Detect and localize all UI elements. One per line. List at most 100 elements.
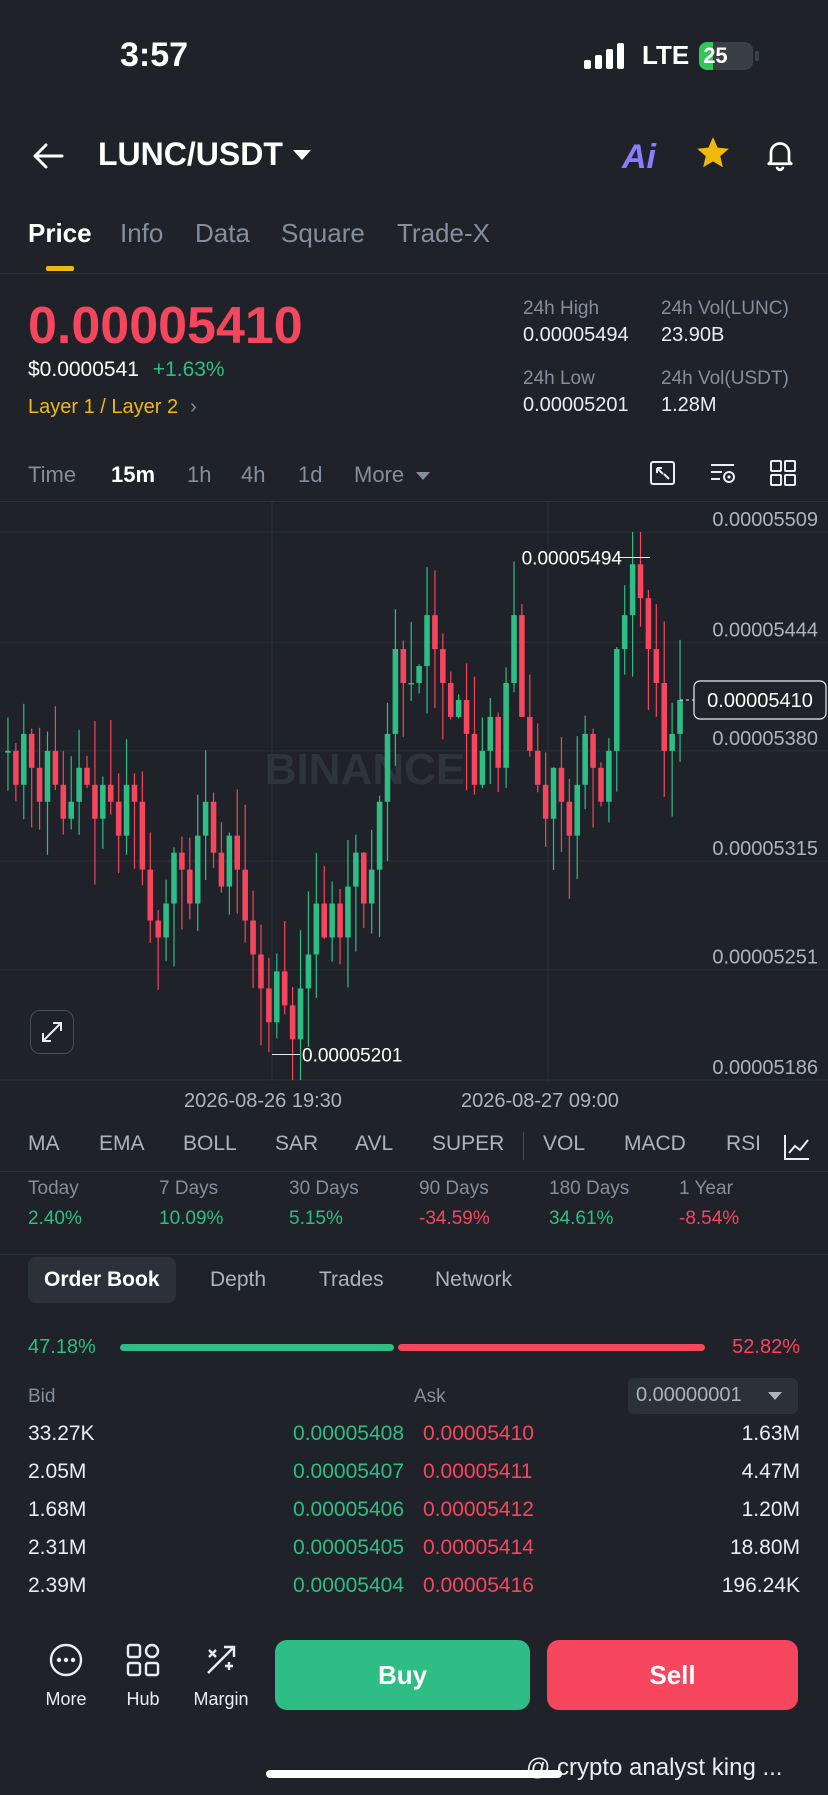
indicator-sar[interactable]: SAR bbox=[275, 1132, 318, 1156]
back-arrow-icon[interactable] bbox=[30, 138, 66, 174]
expand-arrows-icon bbox=[42, 1022, 62, 1042]
last-price: 0.00005410 bbox=[28, 297, 303, 355]
indicator-settings-icon[interactable] bbox=[782, 1132, 812, 1162]
orderbook-row[interactable]: 2.31M 0.00005405 0.00005414 18.80M bbox=[28, 1536, 800, 1574]
candle bbox=[590, 733, 596, 768]
chart-settings-icon[interactable] bbox=[708, 458, 738, 488]
tab-order-book[interactable]: Order Book bbox=[28, 1257, 176, 1303]
candlestick-chart[interactable]: BINANCE 0.000055090.000054440.000053800.… bbox=[0, 502, 828, 1082]
candle bbox=[179, 852, 185, 870]
indicator-ma[interactable]: MA bbox=[28, 1132, 60, 1156]
orderbook-tabs: Order Book Depth Trades Network bbox=[0, 1254, 828, 1304]
candle bbox=[487, 716, 494, 751]
buy-button[interactable]: Buy bbox=[275, 1640, 530, 1710]
candle bbox=[669, 733, 675, 751]
signal-icon bbox=[584, 42, 624, 69]
candle bbox=[5, 750, 11, 753]
ai-assistant-icon[interactable]: Ai bbox=[622, 138, 656, 177]
orderbook-row[interactable]: 2.39M 0.00005404 0.00005416 196.24K bbox=[28, 1574, 800, 1612]
indicator-boll[interactable]: BOLL bbox=[183, 1132, 237, 1156]
usd-price: $0.0000541 bbox=[28, 358, 139, 381]
candles bbox=[5, 532, 683, 1080]
candle bbox=[606, 750, 612, 802]
battery-icon: 25 bbox=[699, 41, 754, 70]
candle bbox=[653, 649, 660, 683]
ask-ratio-bar bbox=[398, 1344, 705, 1351]
candle bbox=[13, 750, 19, 785]
timeframe-more[interactable]: More bbox=[354, 462, 431, 488]
tab-trade-x[interactable]: Trade-X bbox=[397, 218, 490, 249]
candle bbox=[534, 750, 541, 785]
chart-expand-icon[interactable] bbox=[648, 458, 678, 488]
indicator-super[interactable]: SUPER bbox=[432, 1132, 504, 1156]
bid-qty: 33.27K bbox=[28, 1422, 95, 1445]
candle bbox=[131, 784, 138, 802]
timeframe-time[interactable]: Time bbox=[28, 462, 76, 488]
y-tick-label: 0.00005315 bbox=[712, 838, 818, 860]
bid-price: 0.00005405 bbox=[293, 1536, 404, 1559]
candle bbox=[495, 716, 501, 768]
candle bbox=[661, 682, 667, 751]
ask-qty: 18.80M bbox=[729, 1536, 800, 1559]
tab-depth[interactable]: Depth bbox=[194, 1257, 282, 1303]
tab-price[interactable]: Price bbox=[28, 218, 92, 249]
network-type: LTE bbox=[642, 40, 690, 70]
candle bbox=[115, 801, 122, 836]
sell-button[interactable]: Sell bbox=[547, 1640, 798, 1710]
candle bbox=[28, 733, 35, 768]
category-link[interactable]: Layer 1 / Layer 2 › bbox=[28, 396, 197, 419]
bid-price: 0.00005406 bbox=[293, 1498, 404, 1521]
candle bbox=[305, 954, 312, 989]
tab-trades[interactable]: Trades bbox=[303, 1257, 400, 1303]
pair-selector[interactable]: LUNC/USDT bbox=[98, 136, 311, 173]
candle bbox=[187, 869, 193, 904]
favorite-star-icon[interactable] bbox=[694, 134, 732, 172]
nav-margin[interactable]: Margin bbox=[186, 1642, 256, 1710]
nav-hub[interactable]: Hub bbox=[108, 1642, 178, 1710]
candle bbox=[550, 767, 557, 819]
candle bbox=[92, 784, 98, 819]
stat-24h-low: 24h Low 0.00005201 bbox=[523, 368, 629, 416]
timeframe-1h[interactable]: 1h bbox=[187, 462, 211, 488]
indicator-rsi[interactable]: RSI bbox=[726, 1132, 761, 1156]
bell-icon[interactable] bbox=[762, 136, 798, 172]
tab-info[interactable]: Info bbox=[120, 218, 163, 249]
indicator-divider bbox=[523, 1132, 524, 1160]
fullscreen-button[interactable] bbox=[30, 1010, 74, 1054]
timeframe-15m[interactable]: 15m bbox=[111, 462, 155, 488]
indicator-vol[interactable]: VOL bbox=[543, 1132, 585, 1156]
timeframe-1d[interactable]: 1d bbox=[298, 462, 322, 488]
candle bbox=[289, 1005, 296, 1040]
indicator-ema[interactable]: EMA bbox=[99, 1132, 145, 1156]
candle bbox=[52, 750, 59, 785]
candle bbox=[171, 852, 177, 904]
orderbook-row[interactable]: 2.05M 0.00005407 0.00005411 4.47M bbox=[28, 1460, 800, 1498]
candle bbox=[614, 649, 620, 751]
tick-size-select[interactable]: 0.00000001 bbox=[628, 1378, 798, 1414]
tab-square[interactable]: Square bbox=[281, 218, 365, 249]
indicator-macd[interactable]: MACD bbox=[624, 1132, 686, 1156]
ask-header: Ask bbox=[414, 1386, 446, 1407]
pair-title: LUNC/USDT bbox=[98, 136, 283, 172]
nav-more[interactable]: More bbox=[31, 1642, 101, 1710]
stat-24h-vol-quote: 24h Vol(USDT) 1.28M bbox=[661, 368, 789, 416]
candle bbox=[582, 733, 588, 785]
stat-24h-high: 24h High 0.00005494 bbox=[523, 298, 629, 346]
orderbook-row[interactable]: 1.68M 0.00005406 0.00005412 1.20M bbox=[28, 1498, 800, 1536]
grid-layout-icon[interactable] bbox=[768, 458, 798, 488]
tab-network[interactable]: Network bbox=[419, 1257, 528, 1303]
tab-data[interactable]: Data bbox=[195, 218, 250, 249]
candle bbox=[511, 615, 517, 683]
candle bbox=[542, 784, 549, 819]
candle bbox=[44, 750, 51, 802]
candle bbox=[527, 716, 533, 751]
candle bbox=[345, 886, 351, 938]
timeframe-4h[interactable]: 4h bbox=[241, 462, 265, 488]
perf-30-days: 30 Days 5.15% bbox=[289, 1178, 359, 1229]
indicator-avl[interactable]: AVL bbox=[355, 1132, 393, 1156]
chevron-down-icon bbox=[292, 149, 311, 160]
perf-90-days: 90 Days -34.59% bbox=[419, 1178, 490, 1229]
orderbook-row[interactable]: 33.27K 0.00005408 0.00005410 1.63M bbox=[28, 1422, 800, 1460]
nav-more-label: More bbox=[45, 1689, 87, 1709]
perf-today: Today 2.40% bbox=[28, 1178, 82, 1229]
